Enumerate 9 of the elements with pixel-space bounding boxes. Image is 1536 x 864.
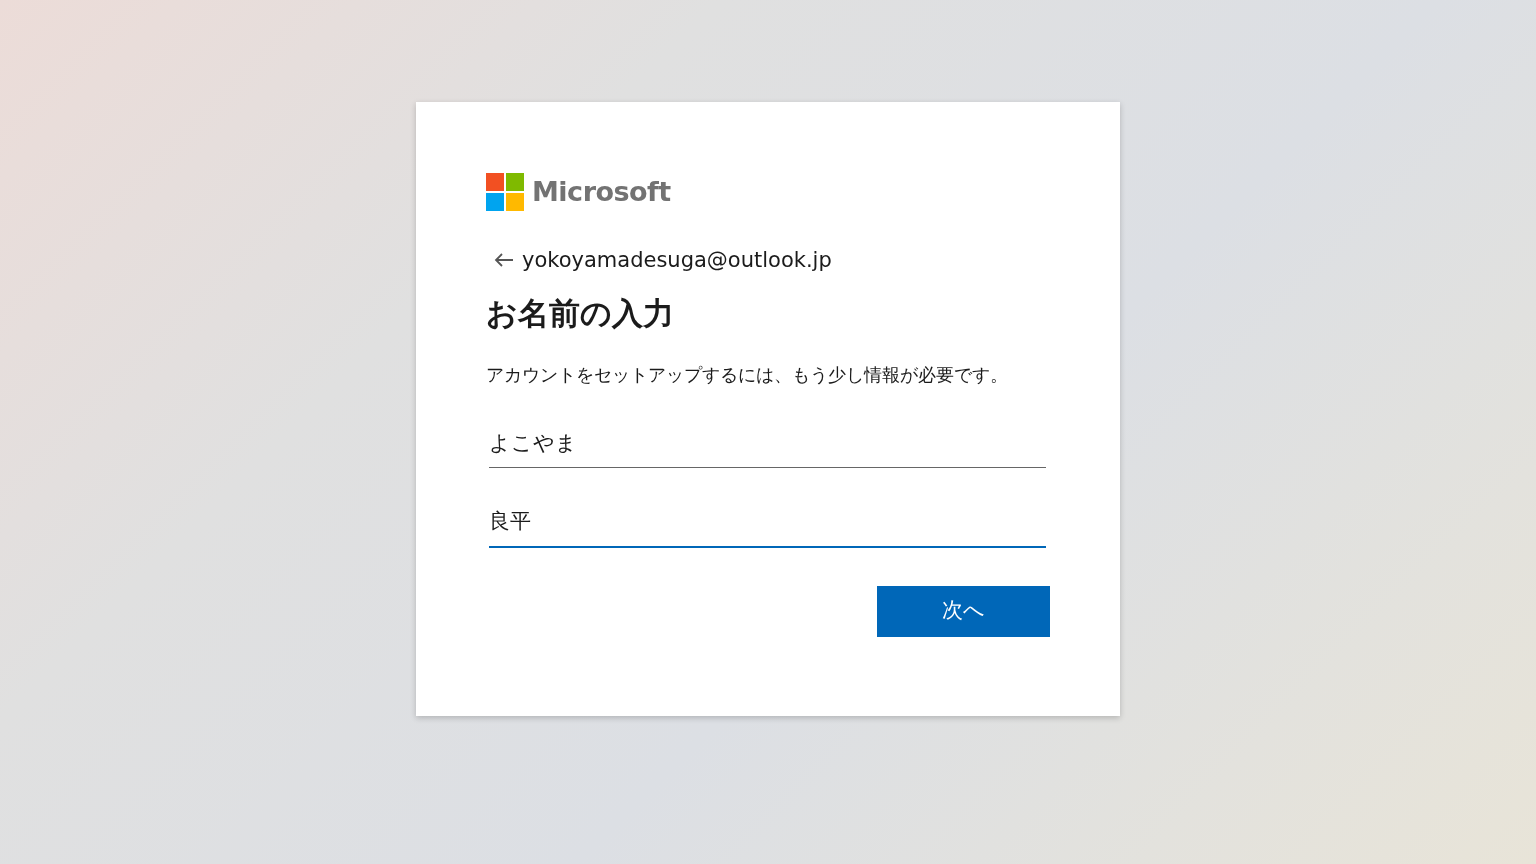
logo-text: Microsoft (532, 175, 671, 209)
input-field[interactable]: よこやま (489, 421, 1046, 468)
description-text: アカウントをセットアップするには、もう少し情報が必要です。 (486, 362, 1009, 387)
account-email: yokoyamadesuga@outlook.jp (522, 246, 832, 274)
input-field[interactable]: 良平 (489, 500, 1046, 548)
logo-icon (486, 173, 524, 212)
back-arrow-icon[interactable] (494, 252, 514, 269)
next-button[interactable]: 次へ (877, 585, 1050, 637)
page-title: お名前の入力 (486, 294, 675, 333)
